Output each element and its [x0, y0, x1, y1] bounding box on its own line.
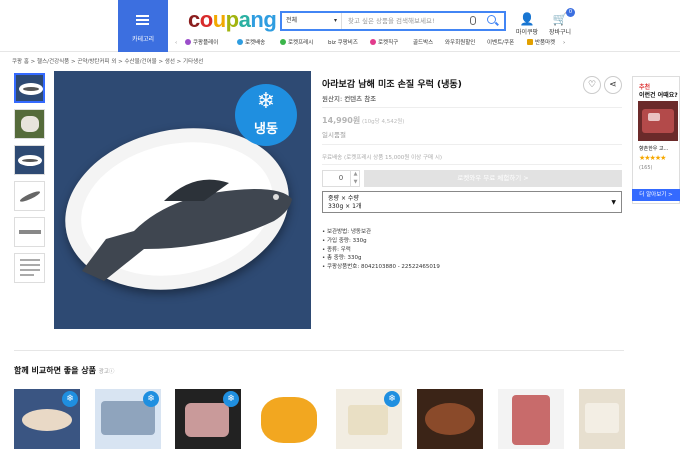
- logo-letter: a: [238, 7, 251, 32]
- compare-title-text: 함께 비교하면 좋을 상품: [14, 366, 96, 375]
- user-icon: 👤: [519, 12, 535, 26]
- compare-product-3[interactable]: ❄: [175, 389, 241, 449]
- compare-product-7[interactable]: [498, 389, 564, 449]
- spec-item: 보관방법: 냉동보관: [322, 228, 440, 237]
- spec-item: 가입 중량: 330g: [322, 237, 440, 246]
- product-title: 아라보감 남해 미조 손질 우럭 (냉동): [322, 80, 462, 90]
- coupang-logo[interactable]: coupang: [188, 7, 277, 33]
- search-category-select[interactable]: 전체 ▾: [282, 13, 342, 29]
- category-button[interactable]: 카테고리: [118, 0, 168, 52]
- product-price: 14,990원: [322, 116, 361, 125]
- review-count: (165): [639, 165, 653, 171]
- product-origin: 원산지: 컨텐츠 참조: [322, 95, 377, 103]
- header: 카테고리 coupang 전체 ▾ 찾고 싶은 상품을 검색해보세요! 👤 마이쿠…: [0, 0, 680, 52]
- heart-icon: ♡: [587, 80, 597, 90]
- service-item-direct[interactable]: 로켓직구: [370, 37, 398, 49]
- frozen-badge: ❄ 냉동: [235, 84, 297, 146]
- share-button[interactable]: ⋖: [604, 76, 622, 94]
- logo-letter: c: [188, 7, 200, 32]
- share-icon: ⋖: [609, 80, 617, 90]
- rec-heading: 이런건 어때요?: [639, 92, 678, 99]
- thumbnail-list: [14, 73, 46, 289]
- compare-product-8[interactable]: [579, 389, 625, 449]
- service-nav: ‹ 쿠팡플레이 로켓배송 로켓프레시 biz 쿠팡비즈 로켓직구 골드박스 와우…: [175, 37, 570, 49]
- breadcrumb[interactable]: 쿠팡 홈 > 헬스/건강식품 > 곤약/방탄커피 외 > 수산물/건어물 > 생…: [12, 57, 203, 65]
- snowflake-icon: ❄: [143, 391, 159, 407]
- category-label: 카테고리: [131, 36, 155, 43]
- search-bar: 전체 ▾ 찾고 싶은 상품을 검색해보세요!: [280, 11, 506, 31]
- service-item-fresh[interactable]: 로켓프레시: [280, 37, 313, 49]
- shipping-info: 무료배송 (로켓프레시 상품 15,000원 이상 구매 시): [322, 155, 443, 161]
- cart-label: 장바구니: [548, 29, 572, 36]
- spec-item: 쿠팡상품번호: 8042103880 - 22522465019: [322, 263, 440, 272]
- compare-section-title: 함께 비교하면 좋을 상품 광고ⓘ: [14, 365, 114, 376]
- divider: [322, 107, 622, 108]
- thumbnail-5[interactable]: [14, 217, 45, 247]
- more-button[interactable]: 더 알아보기 >: [632, 189, 680, 201]
- quantity-stepper[interactable]: ▲ ▼: [350, 170, 360, 187]
- option-label: 중량 × 수량: [328, 195, 359, 202]
- unit-price: (10g당 4,542원): [362, 119, 405, 125]
- spec-item: 종류: 우럭: [322, 246, 440, 255]
- sold-out-status: 일시품절: [322, 131, 346, 139]
- thumbnail-6[interactable]: [14, 253, 45, 283]
- menu-icon: [136, 15, 149, 25]
- thumbnail-4[interactable]: [14, 181, 45, 211]
- mypage-label: 마이쿠팡: [515, 29, 539, 36]
- product-specs: 보관방법: 냉동보관 가입 중량: 330g 종류: 우럭 총 중량: 330g…: [322, 228, 440, 272]
- service-item-coupangplay[interactable]: 쿠팡플레이: [185, 37, 218, 49]
- logo-letter: o: [199, 7, 213, 32]
- sidebar-recommendation[interactable]: 추천 이런건 어때요? 향촌한우 고... ★★★★★ (165): [632, 76, 680, 204]
- chevron-down-icon: ▼: [611, 199, 616, 206]
- thumbnail-2[interactable]: [14, 109, 45, 139]
- nav-next-icon[interactable]: ›: [563, 37, 565, 49]
- service-item-biz[interactable]: biz 쿠팡비즈: [328, 37, 358, 49]
- rating-stars: ★★★★★: [639, 154, 666, 162]
- cart-count-badge: 0: [566, 8, 575, 17]
- compare-product-5[interactable]: ❄: [336, 389, 402, 449]
- snowflake-icon: ❄: [62, 391, 78, 407]
- compare-product-2[interactable]: ❄: [95, 389, 161, 449]
- compare-product-6[interactable]: [417, 389, 483, 449]
- service-item-event[interactable]: 이벤트/쿠폰: [487, 37, 514, 49]
- chevron-down-icon[interactable]: ▼: [354, 179, 358, 185]
- cart-button[interactable]: 🛒 0 장바구니: [543, 8, 577, 36]
- ad-badge[interactable]: 광고ⓘ: [99, 369, 115, 375]
- main-product-image: ❄ 냉동: [54, 71, 311, 329]
- thumbnail-3[interactable]: [14, 145, 45, 175]
- mypage-button[interactable]: 👤 마이쿠팡: [510, 11, 544, 36]
- snowflake-icon: ❄: [223, 391, 239, 407]
- rec-product-name[interactable]: 향촌한우 고...: [639, 145, 668, 152]
- option-value: 330g × 1개: [328, 202, 362, 210]
- service-item-wow[interactable]: 와우회원할인: [445, 37, 475, 49]
- frozen-badge-text: 냉동: [254, 122, 278, 137]
- compare-product-4[interactable]: [255, 389, 321, 449]
- snowflake-icon: ❄: [384, 391, 400, 407]
- snowflake-icon: ❄: [256, 89, 276, 114]
- thumbnail-1[interactable]: [14, 73, 45, 103]
- buy-button[interactable]: 로켓와우 무료 체험하기 >: [364, 170, 622, 187]
- search-category-value: 전체: [286, 17, 298, 24]
- rec-product-image[interactable]: [638, 101, 678, 141]
- service-item-return[interactable]: 반품마켓: [527, 37, 555, 49]
- logo-letter: n: [250, 7, 264, 32]
- divider: [322, 164, 622, 165]
- divider: [14, 350, 624, 351]
- search-icon[interactable]: [487, 15, 496, 24]
- logo-letter: p: [225, 7, 239, 32]
- divider: [322, 144, 622, 145]
- logo-letter: u: [212, 7, 226, 32]
- logo-letter: g: [263, 7, 277, 32]
- service-item-goldbox[interactable]: 골드박스: [413, 37, 433, 49]
- spec-item: 총 중량: 330g: [322, 254, 440, 263]
- nav-prev-icon[interactable]: ‹: [175, 37, 177, 49]
- favorite-button[interactable]: ♡: [583, 76, 601, 94]
- chevron-up-icon[interactable]: ▲: [354, 171, 358, 177]
- service-item-rocket[interactable]: 로켓배송: [237, 37, 265, 49]
- microphone-icon[interactable]: [470, 16, 476, 25]
- chevron-down-icon: ▾: [333, 17, 337, 24]
- search-input[interactable]: 찾고 싶은 상품을 검색해보세요!: [348, 13, 435, 29]
- compare-product-1[interactable]: ❄: [14, 389, 80, 449]
- option-select[interactable]: 중량 × 수량 330g × 1개 ▼: [322, 191, 622, 213]
